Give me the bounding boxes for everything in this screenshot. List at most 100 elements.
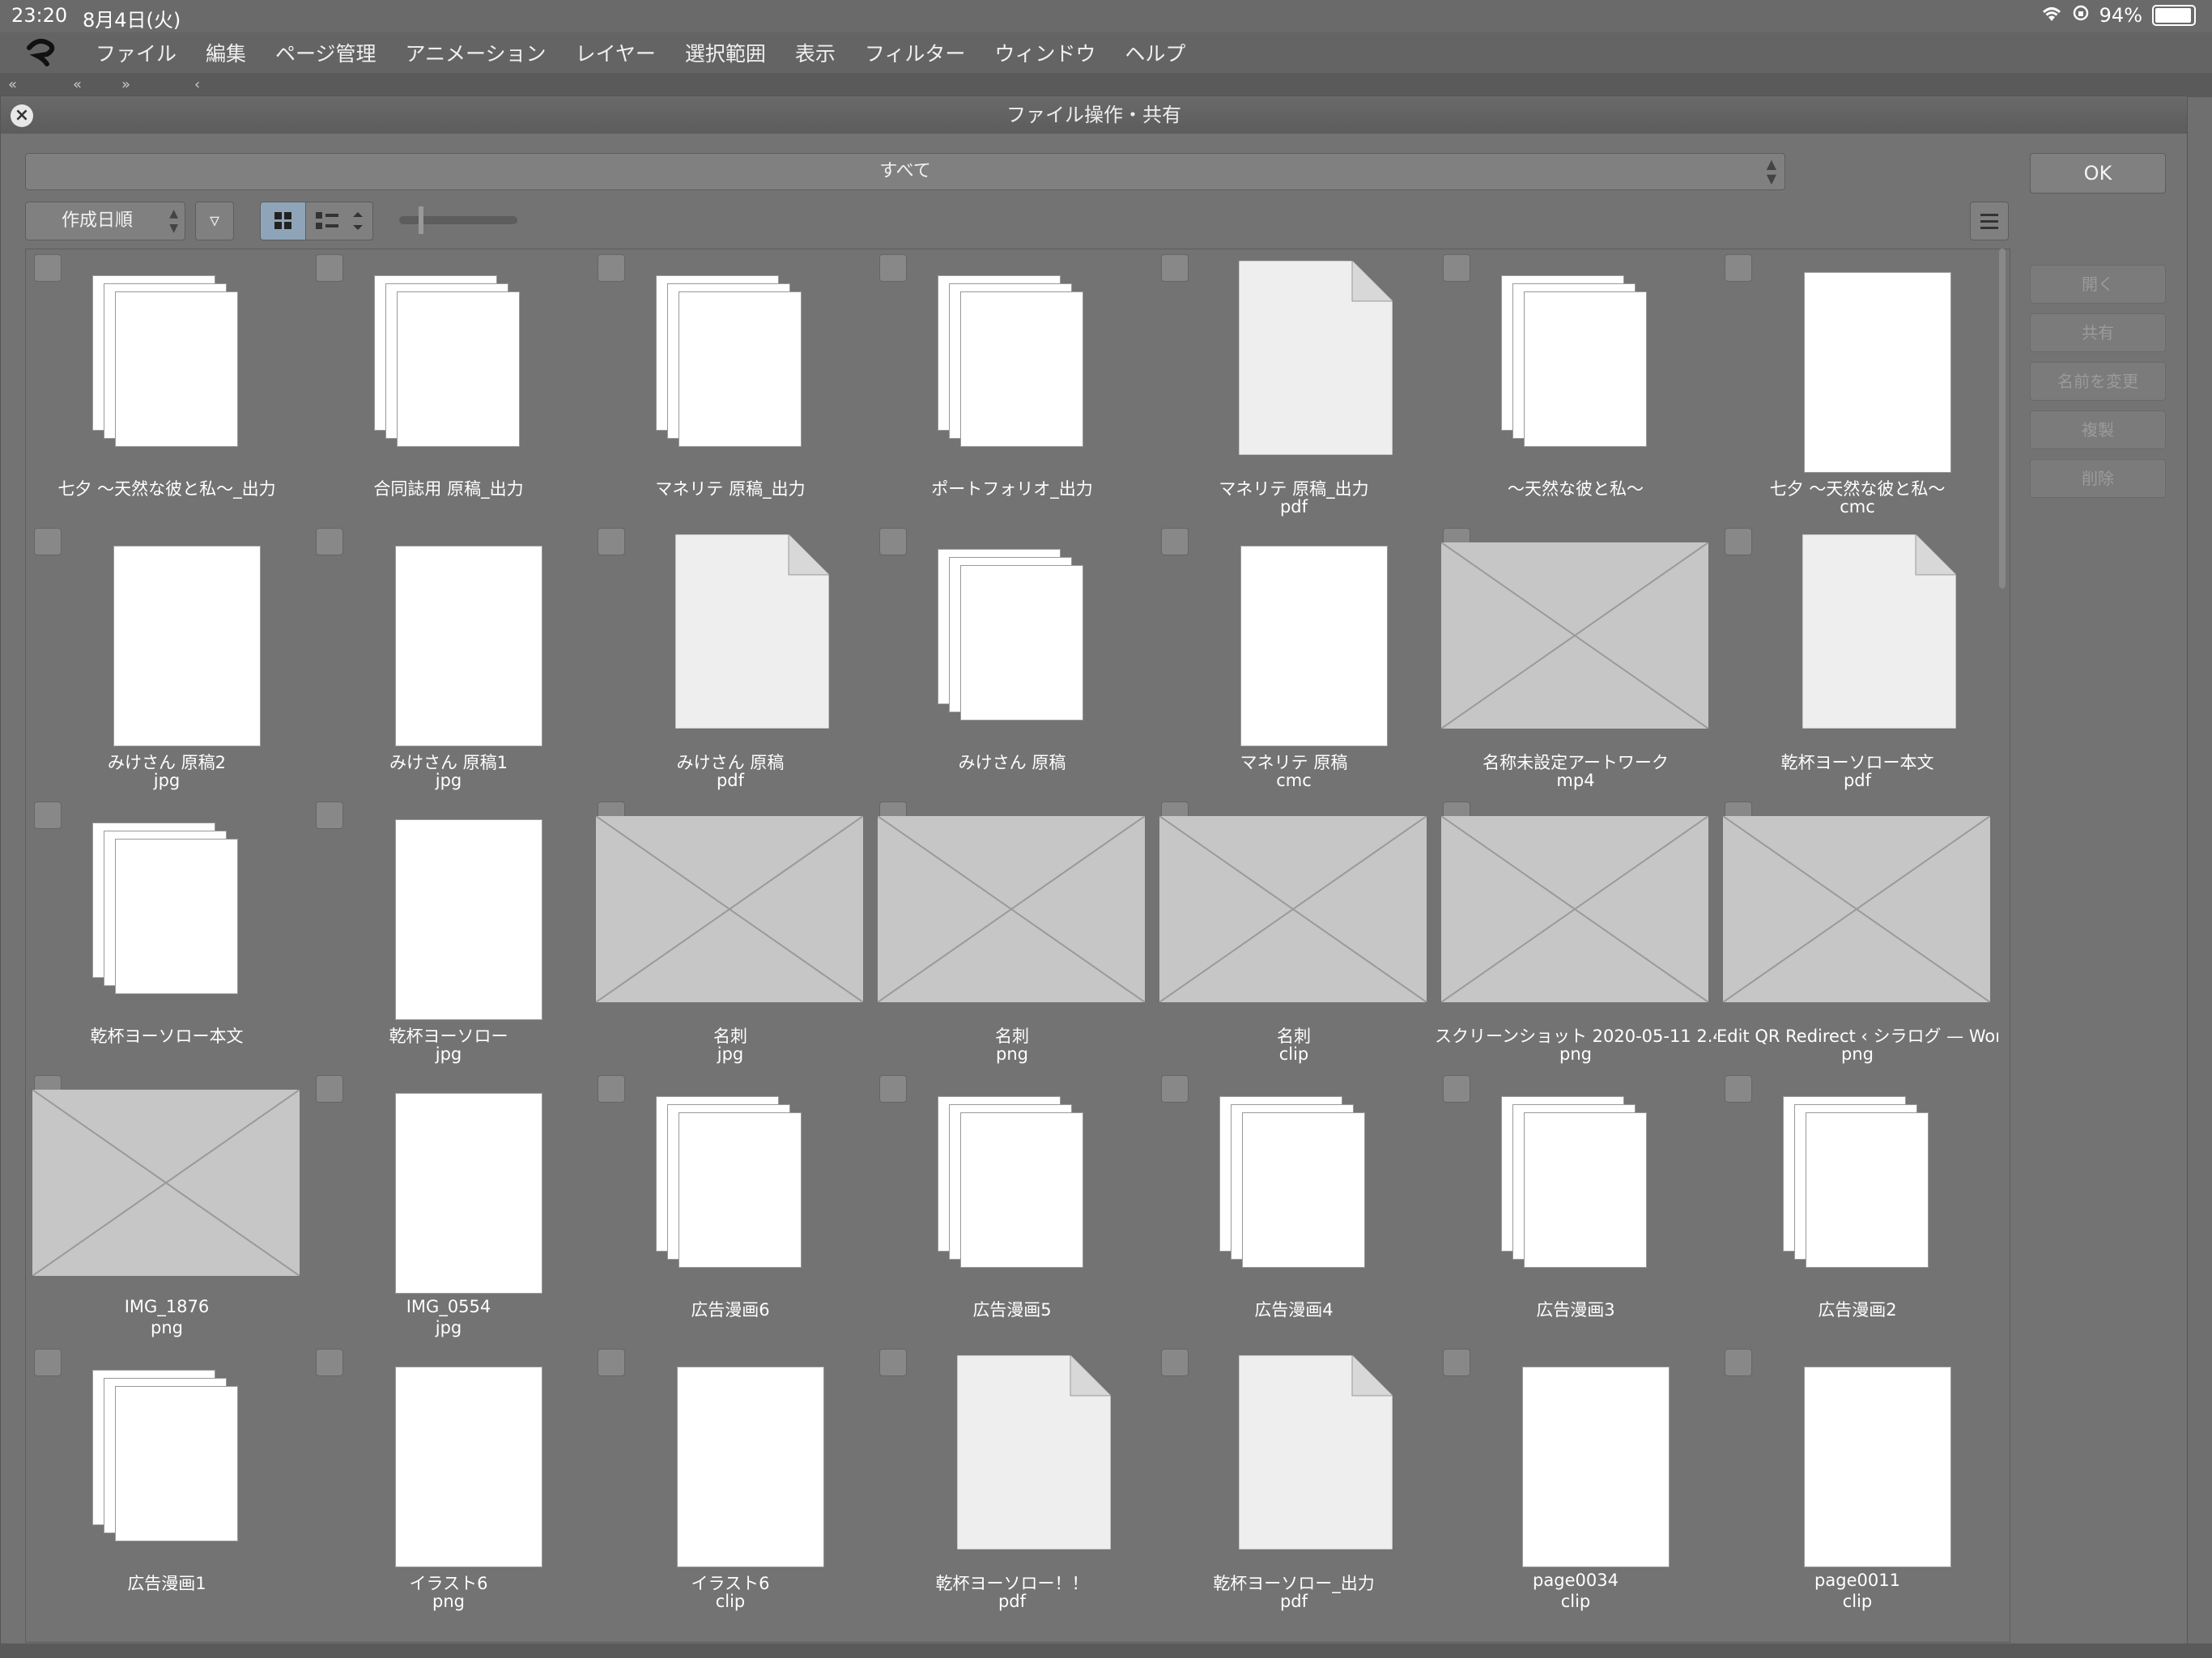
menu-selection[interactable]: 選択範囲: [685, 38, 766, 67]
file-item[interactable]: みけさん 原稿: [871, 523, 1153, 797]
file-item[interactable]: page0011 clip: [1716, 1344, 1998, 1618]
ok-button[interactable]: OK: [2030, 153, 2166, 193]
file-thumbnail[interactable]: [308, 808, 589, 1020]
file-item[interactable]: みけさん 原稿 pdf: [589, 523, 871, 797]
app-logo-icon[interactable]: [23, 35, 71, 70]
file-thumbnail[interactable]: [1153, 808, 1435, 1018]
file-item[interactable]: マネリテ 原稿_出力 pdf: [1153, 249, 1435, 523]
file-item[interactable]: 七夕 〜天然な彼と私〜_出力: [26, 249, 308, 523]
share-button[interactable]: 共有: [2030, 313, 2166, 352]
arrow-right-icon[interactable]: »: [121, 76, 130, 93]
file-thumbnail[interactable]: [589, 808, 871, 1018]
file-item[interactable]: みけさん 原稿1 jpg: [308, 523, 589, 797]
file-thumbnail[interactable]: [589, 534, 871, 745]
file-item[interactable]: 乾杯ヨーソロー！！ pdf: [871, 1344, 1153, 1618]
file-item[interactable]: Edit QR Redirect ‹ シラログ — WordPresspng: [1716, 797, 1998, 1070]
file-item[interactable]: イラスト6 png: [308, 1344, 589, 1618]
file-thumbnail[interactable]: [871, 534, 1153, 745]
file-item[interactable]: 乾杯ヨーソロー本文: [26, 797, 308, 1070]
file-item[interactable]: スクリーンショット 2020-05-11 2.48.28png: [1435, 797, 1716, 1070]
file-item[interactable]: 乾杯ヨーソロー本文 pdf: [1716, 523, 1998, 797]
menu-window[interactable]: ウィンドウ: [994, 38, 1095, 67]
file-item[interactable]: 広告漫画3: [1435, 1070, 1716, 1344]
menu-filter[interactable]: フィルター: [865, 38, 966, 67]
file-item[interactable]: 〜天然な彼と私〜: [1435, 249, 1716, 523]
file-thumbnail[interactable]: [26, 1355, 308, 1566]
file-thumbnail[interactable]: [1153, 1082, 1435, 1292]
file-item[interactable]: 名刺 clip: [1153, 797, 1435, 1070]
file-thumbnail[interactable]: [308, 534, 589, 746]
rename-button[interactable]: 名前を変更: [2030, 362, 2166, 401]
file-thumbnail[interactable]: [1435, 1355, 1716, 1567]
file-thumbnail[interactable]: [1153, 1354, 1435, 1566]
file-item[interactable]: 名称未設定アートワーク mp4: [1435, 523, 1716, 797]
file-item[interactable]: マネリテ 原稿 cmc: [1153, 523, 1435, 797]
file-thumbnail[interactable]: [1435, 261, 1716, 471]
menu-file[interactable]: ファイル: [96, 38, 177, 67]
file-thumbnail[interactable]: [871, 261, 1153, 471]
file-thumbnail[interactable]: [589, 1082, 871, 1292]
file-item[interactable]: みけさん 原稿2 jpg: [26, 523, 308, 797]
file-thumbnail[interactable]: [1435, 808, 1716, 1018]
file-thumbnail[interactable]: [1716, 1082, 1998, 1292]
file-thumbnail[interactable]: [1716, 261, 1998, 473]
slider-handle[interactable]: [419, 206, 423, 234]
file-thumbnail[interactable]: [26, 534, 308, 746]
sort-select[interactable]: 作成日順 ▲ ▼: [25, 202, 185, 240]
file-item[interactable]: マネリテ 原稿_出力: [589, 249, 871, 523]
menu-help[interactable]: ヘルプ: [1125, 38, 1185, 67]
list-view-button[interactable]: [305, 202, 373, 240]
file-item[interactable]: 乾杯ヨーソロー_出力 pdf: [1153, 1344, 1435, 1618]
file-thumbnail[interactable]: [26, 261, 308, 471]
menu-layer[interactable]: レイヤー: [576, 38, 656, 67]
menu-edit[interactable]: 編集: [206, 38, 246, 67]
file-item[interactable]: イラスト6 clip: [589, 1344, 871, 1618]
filter-icon[interactable]: ▿: [195, 202, 234, 240]
file-thumbnail[interactable]: [1153, 534, 1435, 746]
delete-button[interactable]: 削除: [2030, 459, 2166, 498]
file-item[interactable]: 乾杯ヨーソロー jpg: [308, 797, 589, 1070]
arrow-left-icon[interactable]: ‹: [194, 76, 200, 93]
file-item[interactable]: IMG_0554 jpg: [308, 1070, 589, 1344]
file-item[interactable]: page0034 clip: [1435, 1344, 1716, 1618]
file-item[interactable]: 合同誌用 原稿_出力: [308, 249, 589, 523]
file-item[interactable]: 名刺 png: [871, 797, 1153, 1070]
file-thumbnail[interactable]: [308, 1355, 589, 1567]
collapse-left-icon[interactable]: «: [8, 76, 17, 93]
file-grid[interactable]: 七夕 〜天然な彼と私〜_出力 合同誌用 原稿_出力 マネリテ 原稿_出力 ポートフォリ…: [25, 249, 2010, 1643]
file-thumbnail[interactable]: [871, 1082, 1153, 1292]
collapse-left-icon[interactable]: «: [73, 76, 82, 93]
file-thumbnail[interactable]: [308, 1082, 589, 1294]
file-item[interactable]: 広告漫画2: [1716, 1070, 1998, 1344]
file-thumbnail[interactable]: [1435, 1082, 1716, 1292]
file-item[interactable]: 名刺 jpg: [589, 797, 871, 1070]
file-item[interactable]: 広告漫画6: [589, 1070, 871, 1344]
menu-page[interactable]: ページ管理: [275, 38, 376, 67]
file-type-filter-select[interactable]: すべて ▲ ▼: [25, 153, 1785, 190]
thumbnail-size-slider[interactable]: [399, 206, 517, 234]
file-thumbnail[interactable]: [871, 1354, 1153, 1566]
file-thumbnail[interactable]: [1153, 260, 1435, 471]
file-item[interactable]: ポートフォリオ_出力: [871, 249, 1153, 523]
file-item[interactable]: IMG_1876 png: [26, 1070, 308, 1344]
file-thumbnail[interactable]: [871, 808, 1153, 1018]
grid-view-button[interactable]: [260, 202, 307, 240]
file-item[interactable]: 広告漫画4: [1153, 1070, 1435, 1344]
file-thumbnail[interactable]: [589, 1355, 871, 1567]
file-thumbnail[interactable]: [308, 261, 589, 471]
duplicate-button[interactable]: 複製: [2030, 410, 2166, 449]
file-thumbnail[interactable]: [26, 1082, 308, 1292]
file-thumbnail[interactable]: [1716, 1355, 1998, 1567]
file-item[interactable]: 七夕 〜天然な彼と私〜 cmc: [1716, 249, 1998, 523]
close-icon[interactable]: ×: [11, 104, 33, 127]
open-button[interactable]: 開く: [2030, 265, 2166, 304]
file-item[interactable]: 広告漫画1: [26, 1344, 308, 1618]
file-thumbnail[interactable]: [589, 261, 871, 471]
file-thumbnail[interactable]: [26, 808, 308, 1018]
file-thumbnail[interactable]: [1716, 534, 1998, 745]
file-thumbnail[interactable]: [1435, 534, 1716, 745]
grid-scrollbar[interactable]: [1999, 249, 2006, 589]
hamburger-menu-icon[interactable]: [1970, 202, 2009, 240]
menu-animation[interactable]: アニメーション: [406, 38, 547, 67]
file-item[interactable]: 広告漫画5: [871, 1070, 1153, 1344]
